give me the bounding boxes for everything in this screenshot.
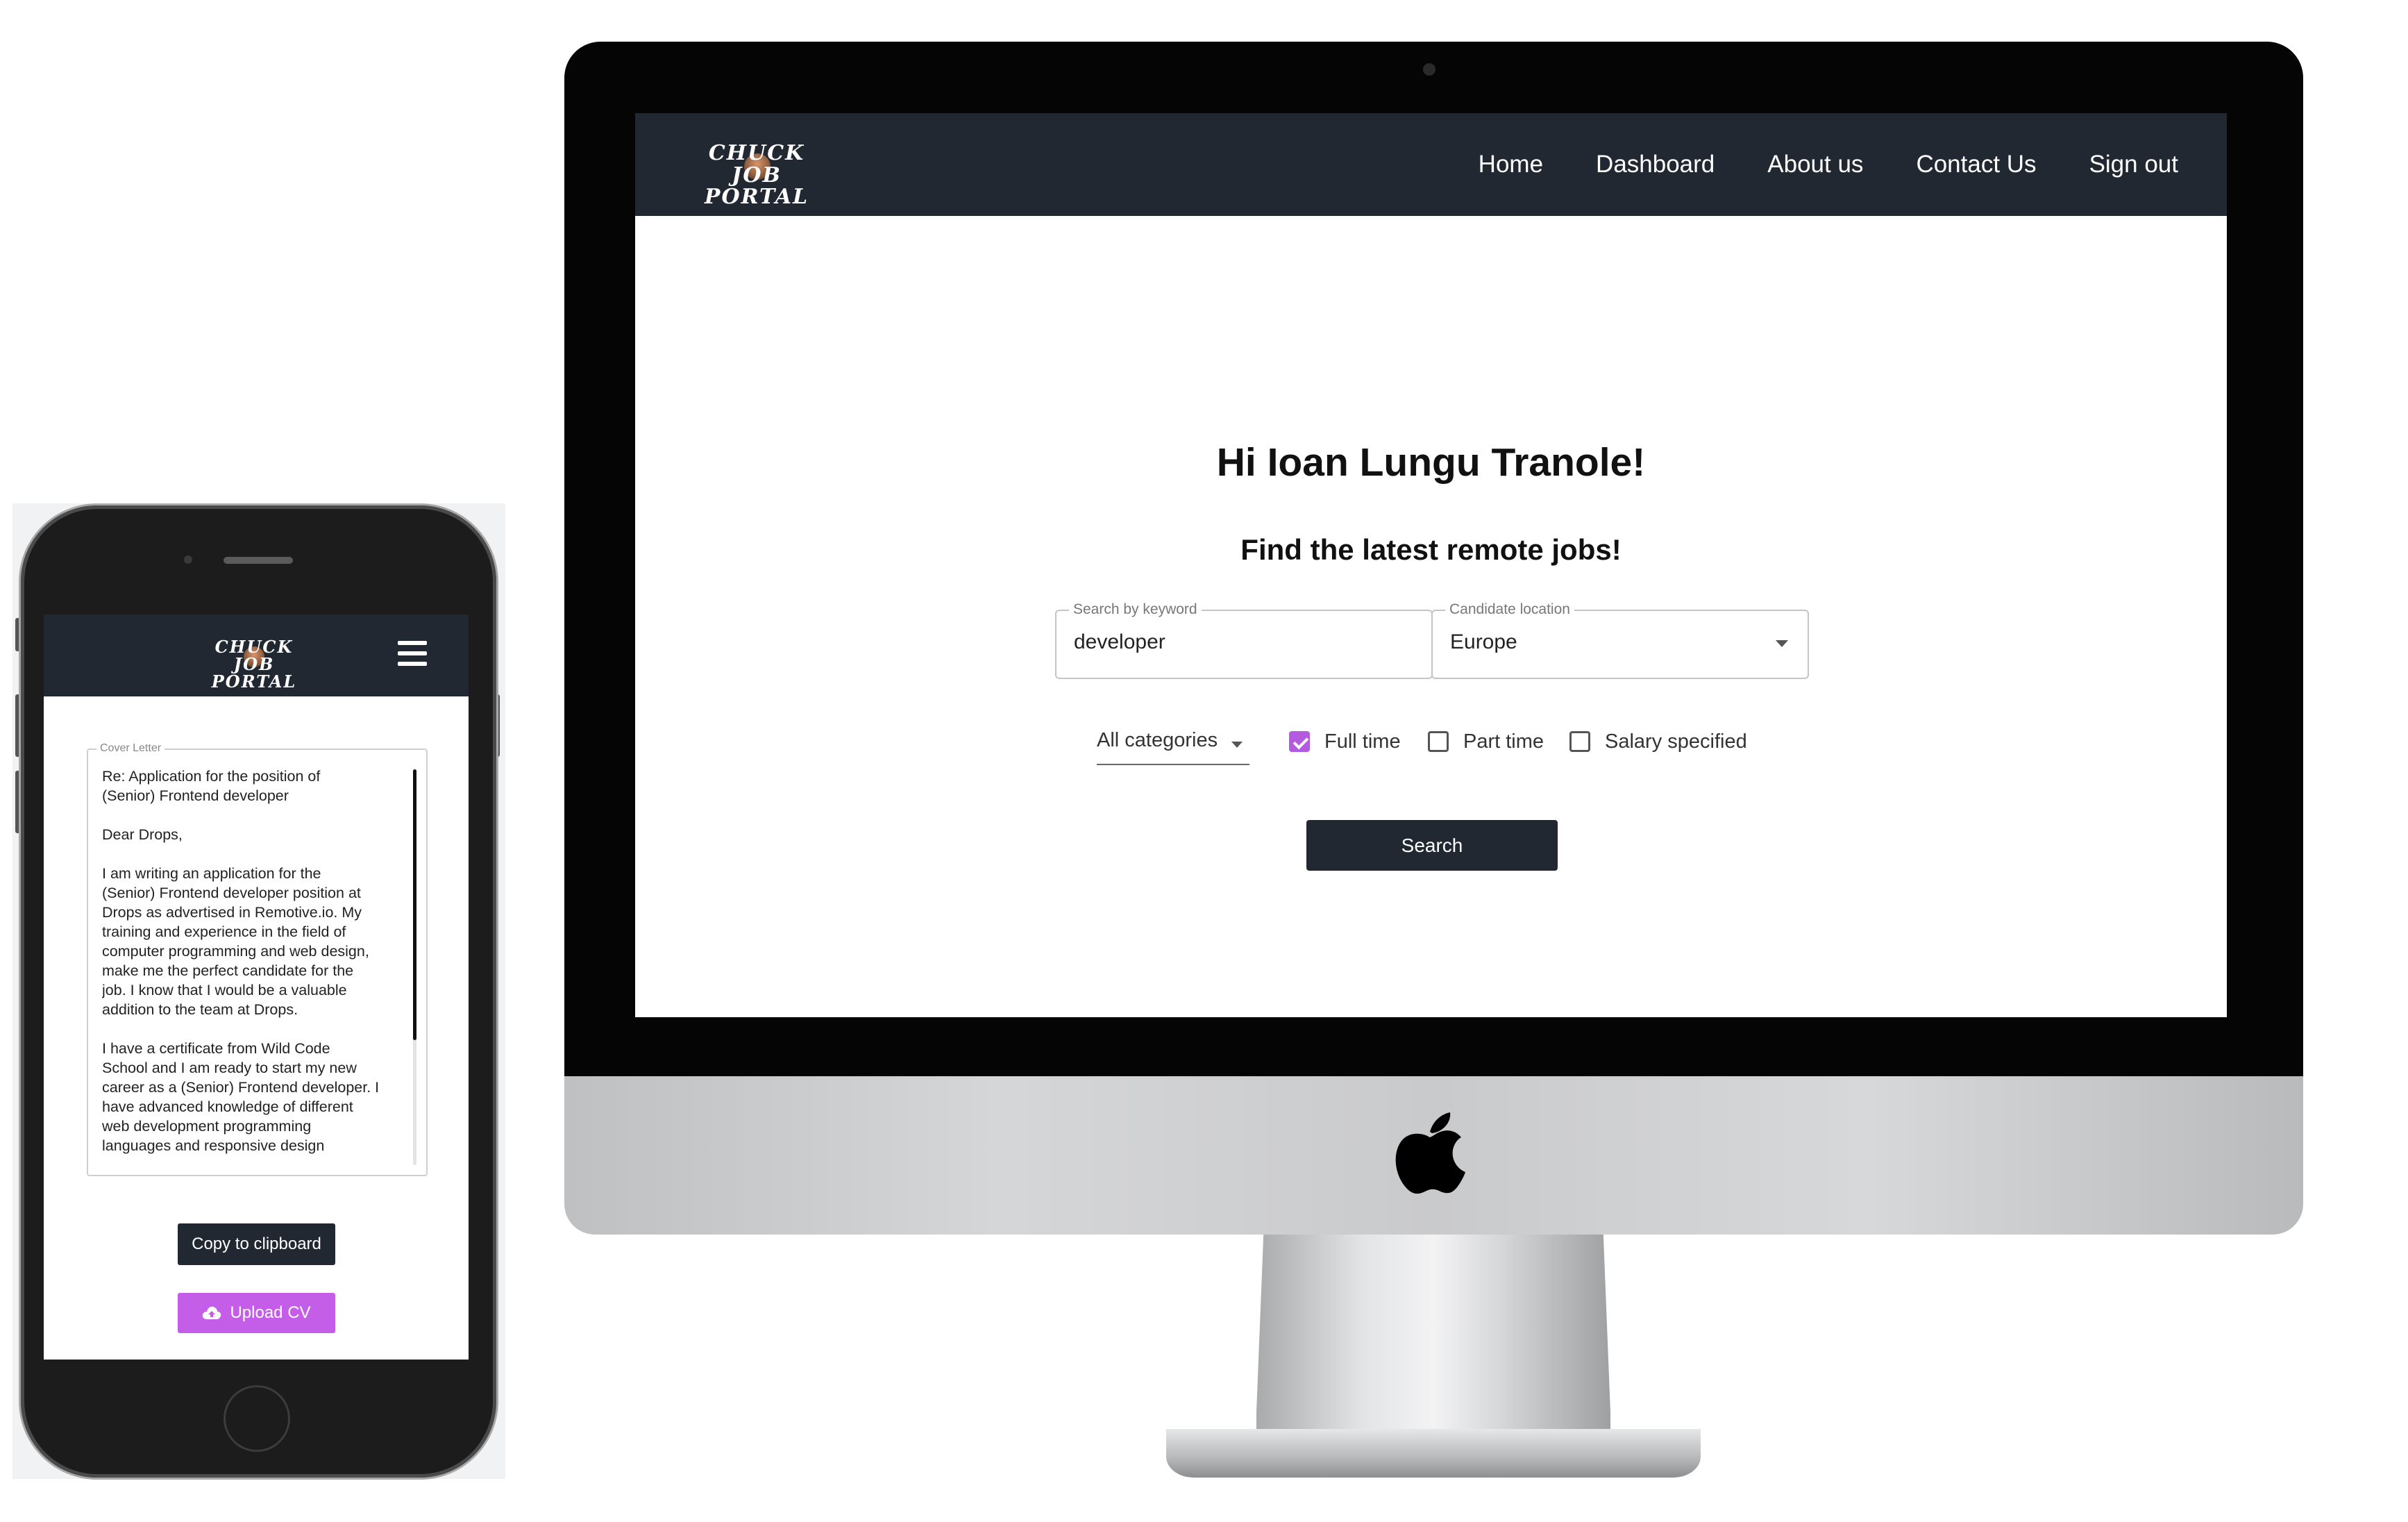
full-time-label: Full time [1324,730,1401,753]
cover-letter-text[interactable]: Re: Application for the position of (Sen… [102,767,401,1162]
location-label: Candidate location [1445,601,1574,618]
desktop-screen: CHUCK JOB PORTAL Home Dashboard About us… [635,113,2227,1017]
part-time-checkbox[interactable] [1428,731,1449,752]
mobile-logo[interactable]: CHUCK JOB PORTAL [195,627,313,691]
desktop-nav-menu: Home Dashboard About us Contact Us Sign … [1479,113,2178,216]
phone-camera [184,555,192,564]
salary-specified-label: Salary specified [1605,730,1747,753]
scrollbar-thumb[interactable] [413,769,416,1040]
volume-up-button [15,694,21,757]
logo-text: CHUCK JOB PORTAL [704,141,809,209]
copy-to-clipboard-button[interactable]: Copy to clipboard [178,1223,335,1265]
mobile-navbar: CHUCK JOB PORTAL [44,614,469,696]
location-select[interactable]: Candidate location Europe [1431,601,1809,679]
imac-base [1166,1429,1701,1478]
mobile-screen: CHUCK JOB PORTAL Cover Letter Re: Applic… [44,614,469,1360]
cloud-upload-icon [203,1306,221,1319]
cover-letter-textarea[interactable]: Cover Letter Re: Application for the pos… [87,742,428,1176]
phone-speaker [224,557,293,564]
salary-specified-checkbox[interactable] [1569,731,1590,752]
phone-home-button[interactable] [224,1385,290,1452]
keyword-label: Search by keyword [1069,601,1202,618]
nav-home[interactable]: Home [1479,151,1543,178]
nav-dashboard[interactable]: Dashboard [1596,151,1715,178]
cover-letter-label: Cover Letter [96,742,165,755]
category-select[interactable]: All categories [1097,729,1249,765]
mute-switch [15,618,21,651]
volume-down-button [15,771,21,833]
greeting-heading: Hi Ioan Lungu Tranole! [1216,440,1646,485]
keyword-input[interactable]: developer [1074,630,1374,654]
part-time-label: Part time [1463,730,1544,753]
category-value: All categories [1097,729,1218,751]
keyword-field[interactable]: Search by keyword developer [1055,601,1433,679]
subtitle-heading: Find the latest remote jobs! [1240,533,1622,566]
upload-cv-button[interactable]: Upload CV [178,1293,335,1333]
nav-contact-us[interactable]: Contact Us [1916,151,2036,178]
desktop-navbar: CHUCK JOB PORTAL Home Dashboard About us… [635,113,2227,216]
desktop-logo[interactable]: CHUCK JOB PORTAL [687,128,826,208]
upload-cv-label: Upload CV [230,1303,311,1322]
chevron-down-icon [1231,742,1243,748]
search-button[interactable]: Search [1306,820,1558,871]
location-value: Europe [1450,630,1517,653]
chevron-down-icon [1776,640,1788,647]
apple-logo-icon [1395,1112,1465,1194]
imac-camera [1423,63,1435,76]
hamburger-icon[interactable] [398,641,427,666]
full-time-checkbox[interactable] [1289,731,1310,752]
nav-about-us[interactable]: About us [1767,151,1863,178]
nav-sign-out[interactable]: Sign out [2089,151,2178,178]
logo-text: CHUCK JOB PORTAL [211,637,297,692]
